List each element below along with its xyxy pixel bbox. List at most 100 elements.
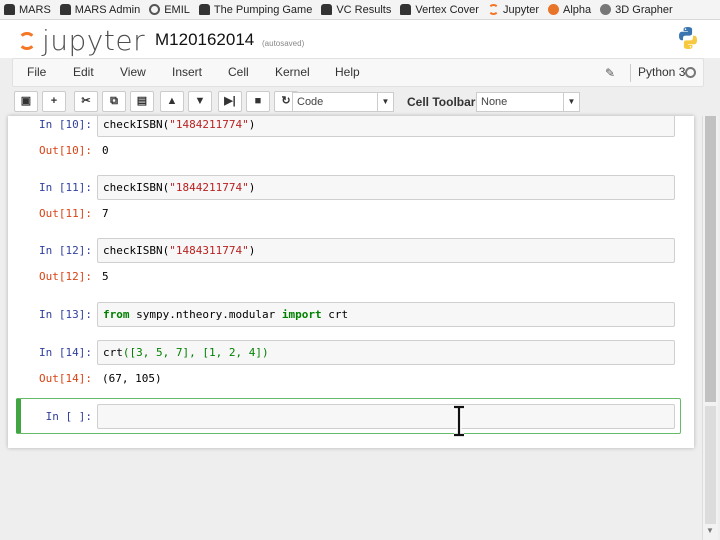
text-cursor-icon [454, 405, 464, 437]
car-icon [59, 4, 71, 15]
alpha-icon [548, 4, 560, 15]
bookmark-item[interactable]: EMIL [149, 4, 190, 16]
grapher-icon [600, 4, 612, 15]
bookmarks-bar: MARS MARS Admin EMIL The Pumping Game VC Res… [0, 0, 720, 20]
kernel-idle-icon [685, 67, 696, 78]
cell-toolbar-value: None [481, 96, 508, 108]
menu-help[interactable]: Help [335, 65, 360, 79]
cell-type-select[interactable]: Code ▼ [292, 92, 394, 112]
car-icon [4, 4, 15, 15]
move-up-button[interactable]: ▲ [160, 91, 184, 112]
jupyter-logo[interactable]: jupyter [18, 24, 145, 57]
code-cell-input[interactable]: from sympy.ntheory.modular import crt [97, 302, 675, 327]
jupyter-icon [487, 4, 499, 15]
bookmark-label: EMIL [164, 3, 190, 16]
bookmark-label: MARS Admin [74, 3, 141, 16]
code-text: checkISBN( [103, 244, 170, 257]
code-args: ([3, 5, 7], [1, 2, 4]) [122, 346, 269, 359]
bookmark-item[interactable]: Vertex Cover [400, 4, 479, 16]
cell-type-value: Code [297, 96, 324, 108]
pencil-icon[interactable]: ✎ [605, 66, 615, 80]
bookmark-item[interactable]: MARS Admin [59, 3, 141, 16]
save-button[interactable]: ▣ [14, 91, 38, 112]
bookmark-label: The Pumping Game [213, 3, 313, 16]
code-cell-input[interactable]: checkISBN("1844211774") [97, 175, 675, 200]
bookmark-item[interactable]: Alpha [548, 4, 591, 16]
input-prompt: In [13]: [39, 308, 92, 321]
kernel-name[interactable]: Python 3 [630, 64, 685, 82]
menu-bar: File Edit View Insert Cell Kernel Help ✎… [12, 58, 704, 87]
menu-view[interactable]: View [120, 65, 146, 79]
cell-output: 7 [102, 207, 109, 220]
vertical-scrollbar[interactable]: ▼ [702, 116, 718, 540]
emil-icon [149, 4, 161, 15]
stop-button[interactable]: ■ [246, 91, 270, 112]
code-cell-input[interactable]: crt([3, 5, 7], [1, 2, 4]) [97, 340, 675, 365]
input-prompt: In [10]: [39, 118, 92, 131]
code-text: crt [103, 346, 123, 359]
input-prompt: In [11]: [39, 181, 92, 194]
paste-button[interactable]: ▤ [130, 91, 154, 112]
jupyter-logo-icon [18, 29, 38, 53]
menu-kernel[interactable]: Kernel [275, 65, 310, 79]
input-prompt: In [12]: [39, 244, 92, 257]
menu-insert[interactable]: Insert [172, 65, 202, 79]
bookmark-label: Alpha [563, 3, 592, 16]
code-string: "1484211774" [169, 118, 249, 131]
cell-output: 5 [102, 270, 109, 283]
code-keyword: from [103, 308, 130, 321]
move-down-button[interactable]: ▼ [188, 91, 212, 112]
scroll-down-icon[interactable]: ▼ [706, 526, 714, 535]
output-prompt: Out[14]: [39, 372, 92, 385]
logo-text: jupyter [42, 24, 146, 57]
car-icon [400, 4, 412, 15]
output-prompt: Out[10]: [39, 144, 92, 157]
code-cell-input[interactable]: checkISBN("1484311774") [97, 238, 675, 263]
menu-file[interactable]: File [27, 65, 46, 79]
notebook-container: In [10]: checkISBN("1484211774") Out[10]… [8, 116, 694, 448]
bookmark-item[interactable]: The Pumping Game [198, 3, 313, 16]
code-text: ) [248, 244, 256, 257]
code-text: checkISBN( [103, 181, 170, 194]
code-text: crt [321, 308, 349, 321]
scroll-thumb[interactable] [705, 116, 716, 402]
code-string: "1844211774" [169, 181, 249, 194]
run-button[interactable]: ▶| [218, 91, 242, 112]
cut-button[interactable]: ✂ [74, 91, 98, 112]
cell-toolbar-label: Cell Toolbar: [407, 95, 480, 109]
chevron-down-icon: ▼ [377, 93, 393, 111]
bookmark-item[interactable]: VC Results [321, 4, 391, 16]
empty-code-cell-input[interactable] [97, 404, 675, 429]
code-text: ) [248, 181, 256, 194]
save-status: (autosaved) [262, 39, 305, 48]
notebook-header: jupyter M120162014 (autosaved) [0, 20, 720, 58]
cell-toolbar-select[interactable]: None ▼ [476, 92, 580, 112]
code-keyword: import [281, 308, 322, 321]
code-cell-input[interactable]: checkISBN("1484211774") [97, 116, 675, 137]
python-logo-icon [679, 27, 697, 49]
input-prompt: In [ ]: [45, 410, 92, 423]
notebook-title[interactable]: M120162014 [155, 30, 254, 50]
insert-cell-button[interactable]: + [42, 91, 66, 112]
bookmark-item[interactable]: 3D Grapher [600, 3, 673, 16]
copy-button[interactable]: ⧉ [102, 91, 126, 112]
bookmark-label: Vertex Cover [415, 3, 479, 16]
scroll-track[interactable] [705, 406, 716, 524]
output-prompt: Out[11]: [39, 207, 92, 220]
bookmark-label: 3D Grapher [615, 3, 673, 16]
input-prompt: In [14]: [39, 346, 92, 359]
toolbar: ▣ + ✂ ⧉ ▤ ▲ ▼ ▶| ■ ↻ Cell Toolbar: Code ▼ None ▼ [12, 88, 704, 116]
bookmark-item[interactable]: Jupyter [487, 3, 540, 16]
code-text: ) [248, 118, 256, 131]
bookmark-label: Jupyter [502, 3, 540, 16]
chevron-down-icon: ▼ [563, 93, 579, 111]
cell-output: (67, 105) [102, 372, 162, 385]
menu-edit[interactable]: Edit [73, 65, 94, 79]
bookmark-item[interactable]: MARS [4, 4, 51, 16]
code-text: sympy.ntheory.modular [129, 308, 282, 321]
bookmark-label: MARS [19, 3, 51, 16]
cell-output: 0 [102, 144, 109, 157]
code-text: checkISBN( [103, 118, 170, 131]
bookmark-label: VC Results [336, 3, 392, 16]
menu-cell[interactable]: Cell [228, 65, 249, 79]
